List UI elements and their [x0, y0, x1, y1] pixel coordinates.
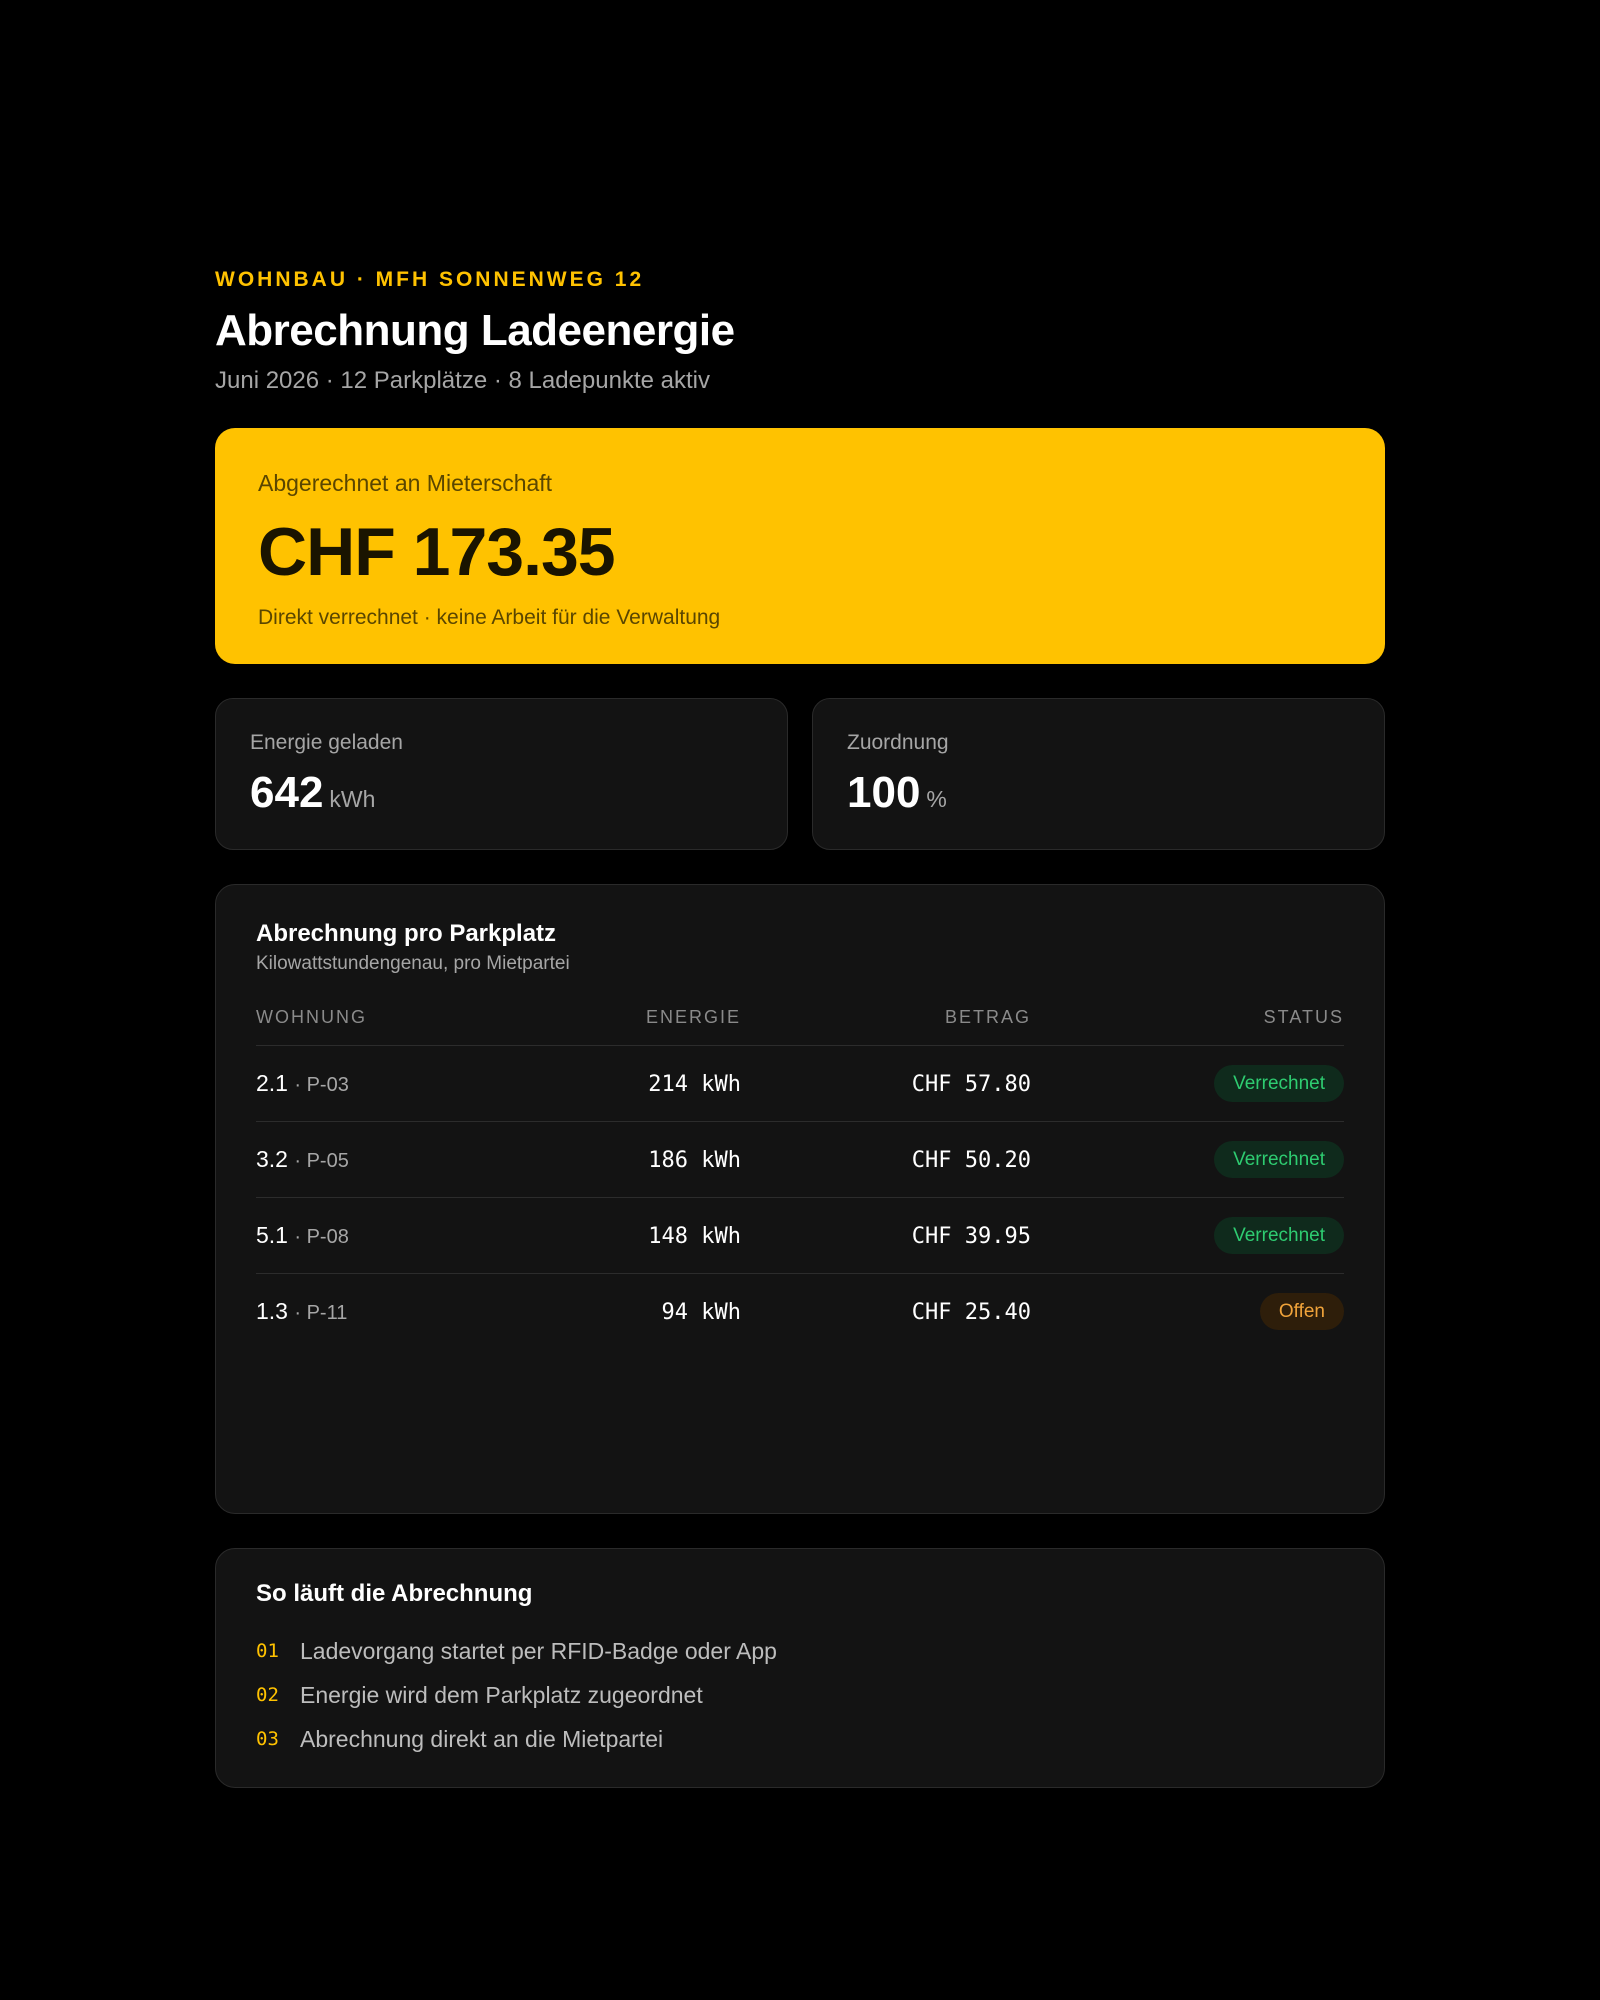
- column-header-betrag: BETRAG: [741, 989, 1031, 1046]
- property-eyebrow: WOHNBAU · MFH SONNENWEG 12: [215, 268, 645, 291]
- status-badge: Verrechnet: [1214, 1065, 1344, 1102]
- cell-wohnung: 2.1 · P-03: [256, 1045, 556, 1122]
- table-row[interactable]: 3.2 · P-05 186 kWh CHF 50.20 Verrechnet: [256, 1121, 1344, 1198]
- summary-note: Direkt verrechnet · keine Arbeit für die…: [258, 606, 721, 629]
- column-header-wohnung: WOHNUNG: [256, 989, 556, 1046]
- stat-value: 100: [847, 768, 921, 817]
- cell-status: Verrechnet: [1031, 1045, 1344, 1122]
- step-text: Energie wird dem Parkplatz zugeordnet: [300, 1681, 703, 1708]
- parking-spot: · P-11: [294, 1302, 348, 1324]
- card-subtitle: Kilowattstundengenau, pro Mietpartei: [256, 953, 570, 974]
- amount-value: CHF 39.95: [911, 1224, 1031, 1249]
- card-title: So läuft die Abrechnung: [256, 1580, 533, 1607]
- status-badge: Offen: [1259, 1293, 1344, 1330]
- cell-energie: 186 kWh: [556, 1121, 741, 1198]
- cell-energie: 148 kWh: [556, 1197, 741, 1274]
- stat-value-row: 642 kWh: [250, 767, 753, 829]
- stat-unit: %: [926, 786, 947, 812]
- parking-billing-card: Abrechnung pro Parkplatz Kilowattstunden…: [215, 884, 1385, 1514]
- billing-page: WOHNBAU · MFH SONNENWEG 12 Abrechnung La…: [215, 266, 1385, 1788]
- summary-amount: CHF 173.35: [258, 514, 616, 590]
- amount-value: CHF 50.20: [911, 1148, 1031, 1173]
- parking-spot: · P-03: [294, 1074, 349, 1096]
- step-text: Ladevorgang startet per RFID-Badge oder …: [300, 1637, 777, 1664]
- amount-value: CHF 25.40: [911, 1300, 1031, 1325]
- page-title: Abrechnung Ladeenergie: [215, 306, 735, 355]
- card-title: Abrechnung pro Parkplatz: [256, 920, 557, 947]
- step-number: 01: [256, 1640, 279, 1662]
- column-header-status: STATUS: [1031, 989, 1344, 1046]
- table-row[interactable]: 2.1 · P-03 214 kWh CHF 57.80 Verrechnet: [256, 1045, 1344, 1122]
- cell-wohnung: 3.2 · P-05: [256, 1121, 556, 1198]
- billing-table: WOHNUNG ENERGIE BETRAG STATUS 2.1 · P-03…: [256, 989, 1344, 1349]
- energy-value: 94 kWh: [661, 1300, 741, 1325]
- cell-status: Verrechnet: [1031, 1121, 1344, 1198]
- step-number: 02: [256, 1684, 279, 1706]
- stat-value-row: 100%: [847, 767, 1350, 829]
- cell-betrag: CHF 25.40: [741, 1274, 1031, 1350]
- cell-wohnung: 5.1 · P-08: [256, 1197, 556, 1274]
- energy-value: 148 kWh: [648, 1224, 741, 1249]
- steps-list: 01 Ladevorgang startet per RFID-Badge od…: [256, 1629, 1344, 1761]
- table-row[interactable]: 5.1 · P-08 148 kWh CHF 39.95 Verrechnet: [256, 1197, 1344, 1274]
- stat-value: 642: [250, 768, 324, 817]
- step-number: 03: [256, 1728, 279, 1750]
- summary-label: Abgerechnet an Mieterschaft: [258, 470, 553, 496]
- summary-card: Abgerechnet an Mieterschaft CHF 173.35 D…: [215, 428, 1385, 664]
- unit-number: 1.3: [256, 1298, 288, 1324]
- amount-value: CHF 57.80: [911, 1072, 1031, 1097]
- cell-status: Verrechnet: [1031, 1197, 1344, 1274]
- stat-label: Zuordnung: [847, 731, 949, 754]
- stat-unit: kWh: [329, 786, 376, 812]
- table-header-row: WOHNUNG ENERGIE BETRAG STATUS: [256, 989, 1344, 1046]
- stats-row: Energie geladen 642 kWh Zuordnung 100%: [215, 698, 1385, 850]
- cell-energie: 214 kWh: [556, 1045, 741, 1122]
- stat-label: Energie geladen: [250, 731, 403, 754]
- energy-value: 186 kWh: [648, 1148, 741, 1173]
- column-header-energie: ENERGIE: [556, 989, 741, 1046]
- cell-status: Offen: [1031, 1274, 1344, 1350]
- cell-betrag: CHF 39.95: [741, 1197, 1031, 1274]
- list-item: 03 Abrechnung direkt an die Mietpartei: [256, 1717, 1344, 1761]
- cell-wohnung: 1.3 · P-11: [256, 1274, 556, 1350]
- cell-betrag: CHF 50.20: [741, 1121, 1031, 1198]
- cell-betrag: CHF 57.80: [741, 1045, 1031, 1122]
- status-badge: Verrechnet: [1214, 1217, 1344, 1254]
- status-badge: Verrechnet: [1214, 1141, 1344, 1178]
- unit-number: 3.2: [256, 1146, 288, 1172]
- energy-value: 214 kWh: [648, 1072, 741, 1097]
- parking-spot: · P-08: [294, 1226, 349, 1248]
- process-steps-card: So läuft die Abrechnung 01 Ladevorgang s…: [215, 1548, 1385, 1788]
- list-item: 02 Energie wird dem Parkplatz zugeordnet: [256, 1673, 1344, 1717]
- table-row[interactable]: 1.3 · P-11 94 kWh CHF 25.40 Offen: [256, 1274, 1344, 1350]
- step-text: Abrechnung direkt an die Mietpartei: [300, 1725, 664, 1752]
- unit-number: 2.1: [256, 1070, 288, 1096]
- stat-card-allocation: Zuordnung 100%: [812, 698, 1385, 850]
- unit-number: 5.1: [256, 1222, 288, 1248]
- page-subtitle: Juni 2026 · 12 Parkplätze · 8 Ladepunkte…: [215, 367, 710, 394]
- list-item: 01 Ladevorgang startet per RFID-Badge od…: [256, 1629, 1344, 1673]
- parking-spot: · P-05: [294, 1150, 349, 1172]
- cell-energie: 94 kWh: [556, 1274, 741, 1350]
- stat-card-energy: Energie geladen 642 kWh: [215, 698, 788, 850]
